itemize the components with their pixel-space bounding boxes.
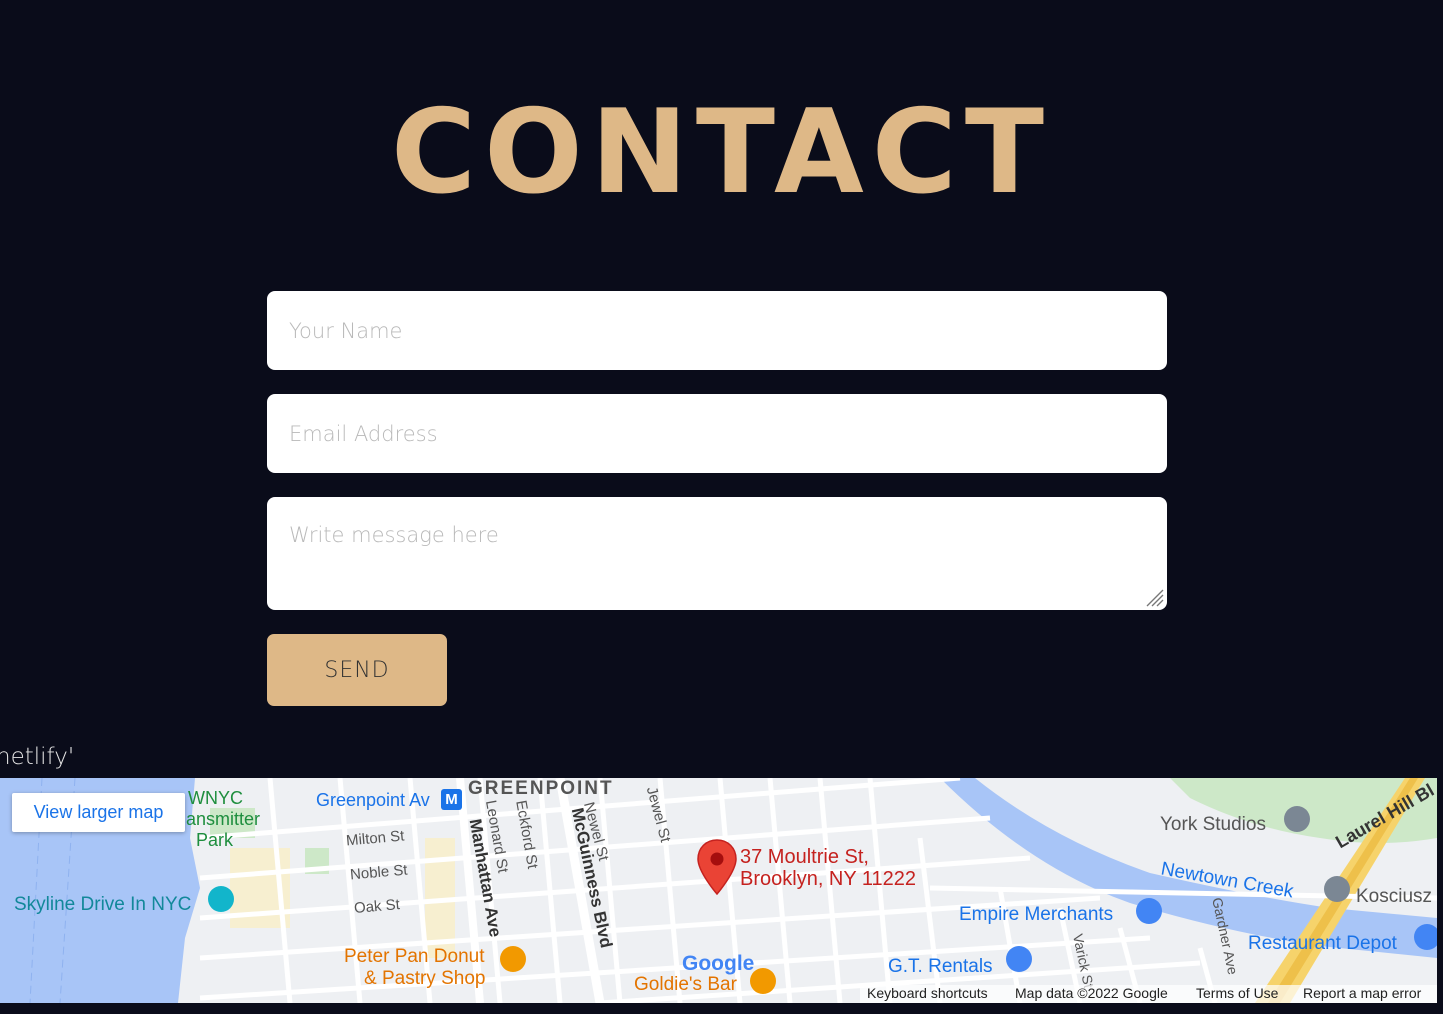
map-label-empire: Empire Merchants	[959, 904, 1114, 925]
map-label-restaurant-depot: Restaurant Depot	[1248, 933, 1397, 954]
google-map[interactable]: GREENPOINT Greenpoint Av M WNYC ansmitte…	[0, 778, 1437, 1003]
report-error-link[interactable]: Report a map error	[1303, 985, 1421, 1001]
view-larger-map-button[interactable]: View larger map	[12, 793, 185, 832]
map-label-goldies: Goldie's Bar	[634, 974, 737, 995]
bridge-icon	[1324, 876, 1350, 902]
map-label-kosciusz: Kosciusz	[1356, 886, 1433, 907]
shopping-icon	[1414, 924, 1437, 950]
map-label-wnyc: WNYC	[188, 788, 243, 808]
cinema-icon	[208, 886, 234, 912]
resize-handle-icon[interactable]	[1143, 586, 1165, 608]
map-label-pastry: & Pastry Shop	[364, 968, 486, 989]
map-label-skyline: Skyline Drive In NYC	[14, 894, 192, 915]
keyboard-shortcuts-link[interactable]: Keyboard shortcuts	[867, 985, 988, 1001]
shopping-icon	[1136, 898, 1162, 924]
map-data-text: Map data ©2022 Google	[1015, 985, 1168, 1001]
map-label-transmitter: ansmitter	[186, 809, 261, 829]
place-icon	[1284, 806, 1310, 832]
map-label-york: York Studios	[1160, 814, 1266, 835]
restaurant-icon	[500, 946, 526, 972]
page-title: CONTACT	[391, 85, 1052, 220]
map-address-line2: Brooklyn, NY 11222	[740, 868, 917, 890]
shopping-icon	[1006, 946, 1032, 972]
google-logo: Google	[682, 952, 755, 975]
map-label-greenpoint-av: Greenpoint Av	[316, 790, 430, 810]
map-label-park: Park	[196, 830, 234, 850]
message-textarea[interactable]	[267, 497, 1167, 610]
location-pin-icon	[697, 839, 737, 896]
subway-icon: M	[441, 789, 462, 810]
terms-link[interactable]: Terms of Use	[1196, 985, 1278, 1001]
map-label-greenpoint: GREENPOINT	[468, 778, 614, 799]
send-button[interactable]: SEND	[267, 634, 447, 706]
bar-icon	[750, 968, 776, 994]
name-input[interactable]	[267, 291, 1167, 370]
map-label-gt: G.T. Rentals	[888, 956, 993, 977]
email-input[interactable]	[267, 394, 1167, 473]
map-address-line1: 37 Moultrie St,	[740, 846, 869, 868]
map-footer: Keyboard shortcuts Map data ©2022 Google…	[860, 985, 1437, 1003]
netlify-text: netlify'	[0, 744, 75, 770]
map-label-peterpan: Peter Pan Donut	[344, 946, 485, 967]
